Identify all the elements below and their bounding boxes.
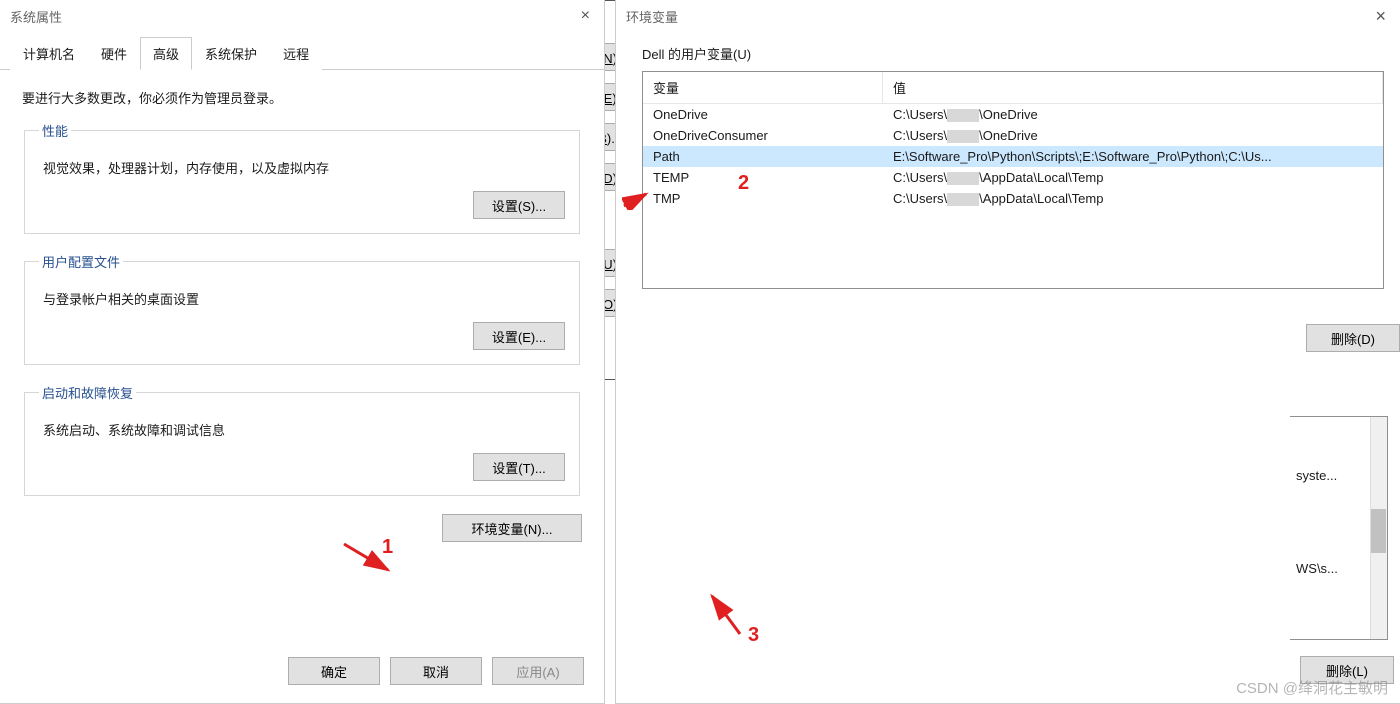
close-icon[interactable]: × <box>575 7 596 25</box>
var-name: TMP <box>643 188 883 209</box>
close-icon[interactable]: × <box>1369 6 1392 27</box>
redaction-icon <box>947 172 979 185</box>
redaction-icon <box>947 193 979 206</box>
desc-performance: 视觉效果，处理器计划，内存使用，以及虚拟内存 <box>43 158 565 177</box>
annotation-label-2: 2 <box>738 172 749 195</box>
annotation-label-1: 1 <box>382 536 393 559</box>
var-value: C:\Users\\OneDrive <box>883 125 1383 146</box>
scrollbar-thumb[interactable] <box>1371 509 1386 553</box>
settings-user-profile-button[interactable]: 设置(E)... <box>473 322 565 350</box>
group-user-profile: 用户配置文件 与登录帐户相关的桌面设置 设置(E)... <box>24 252 580 365</box>
var-value: C:\Users\\OneDrive <box>883 104 1383 125</box>
var-name: OneDrive <box>643 104 883 125</box>
legend-user-profile: 用户配置文件 <box>39 252 123 271</box>
apply-button[interactable]: 应用(A) <box>492 657 584 685</box>
titlebar: 环境变量 × <box>616 0 1400 32</box>
desc-user-profile: 与登录帐户相关的桌面设置 <box>43 289 565 308</box>
system-properties-window: 系统属性 × 计算机名 硬件 高级 系统保护 远程 要进行大多数更改，你必须作为… <box>0 0 605 704</box>
tab-hardware[interactable]: 硬件 <box>88 37 140 70</box>
var-name: OneDriveConsumer <box>643 125 883 146</box>
system-vars-list-partial[interactable]: syste... WS\s... <box>1290 416 1388 640</box>
user-vars-section: Dell 的用户变量(U) 变量 值 OneDriveC:\Users\\One… <box>642 44 1384 289</box>
environment-variables-button[interactable]: 环境变量(N)... <box>442 514 582 542</box>
window-title: 环境变量 <box>626 7 678 26</box>
body: 要进行大多数更改，你必须作为管理员登录。 性能 视觉效果，处理器计划，内存使用，… <box>0 70 604 566</box>
group-startup-recovery: 启动和故障恢复 系统启动、系统故障和调试信息 设置(T)... <box>24 383 580 496</box>
var-value: C:\Users\\AppData\Local\Temp <box>883 188 1383 209</box>
settings-startup-recovery-button[interactable]: 设置(T)... <box>473 453 565 481</box>
table-row[interactable]: OneDriveConsumerC:\Users\\OneDrive <box>643 125 1383 146</box>
var-name: TEMP <box>643 167 883 188</box>
tab-advanced[interactable]: 高级 <box>140 37 192 70</box>
redaction-icon <box>947 130 979 143</box>
var-value: E:\Software_Pro\Python\Scripts\;E:\Softw… <box>883 146 1383 167</box>
annotation-arrow-2 <box>622 190 652 210</box>
user-vars-buttons-partial: 删除(D) <box>1290 310 1400 364</box>
redaction-icon <box>947 109 979 122</box>
settings-performance-button[interactable]: 设置(S)... <box>473 191 565 219</box>
user-vars-table[interactable]: 变量 值 OneDriveC:\Users\\OneDriveOneDriveC… <box>642 71 1384 289</box>
tab-strip: 计算机名 硬件 高级 系统保护 远程 <box>0 36 604 70</box>
col-value[interactable]: 值 <box>883 72 1383 104</box>
tab-remote[interactable]: 远程 <box>270 37 322 70</box>
annotation-arrow-3 <box>700 590 750 640</box>
table-row[interactable]: PathE:\Software_Pro\Python\Scripts\;E:\S… <box>643 146 1383 167</box>
user-vars-title: Dell 的用户变量(U) <box>642 44 1384 63</box>
watermark: CSDN @绛洞花主敏明 <box>1236 677 1388 698</box>
legend-startup-recovery: 启动和故障恢复 <box>39 383 136 402</box>
table-row[interactable]: OneDriveC:\Users\\OneDrive <box>643 104 1383 125</box>
scrollbar[interactable] <box>1370 417 1387 639</box>
titlebar: 系统属性 × <box>0 0 604 32</box>
desc-startup-recovery: 系统启动、系统故障和调试信息 <box>43 420 565 439</box>
table-row[interactable]: TEMPC:\Users\\AppData\Local\Temp <box>643 167 1383 188</box>
ok-button[interactable]: 确定 <box>288 657 380 685</box>
table-row[interactable]: TMPC:\Users\\AppData\Local\Temp <box>643 188 1383 209</box>
annotation-label-3: 3 <box>748 624 759 647</box>
table-header: 变量 值 <box>643 72 1383 104</box>
var-name: Path <box>643 146 883 167</box>
tab-computer-name[interactable]: 计算机名 <box>10 37 88 70</box>
col-variable[interactable]: 变量 <box>643 72 883 104</box>
cancel-button[interactable]: 取消 <box>390 657 482 685</box>
delete-user-var-button[interactable]: 删除(D) <box>1306 324 1400 352</box>
dialog-buttons: 确定 取消 应用(A) <box>288 657 584 685</box>
var-value: C:\Users\\AppData\Local\Temp <box>883 167 1383 188</box>
tab-system-protection[interactable]: 系统保护 <box>192 37 270 70</box>
window-title: 系统属性 <box>10 7 62 26</box>
legend-performance: 性能 <box>39 121 71 140</box>
group-performance: 性能 视觉效果，处理器计划，内存使用，以及虚拟内存 设置(S)... <box>24 121 580 234</box>
admin-note: 要进行大多数更改，你必须作为管理员登录。 <box>22 88 582 107</box>
